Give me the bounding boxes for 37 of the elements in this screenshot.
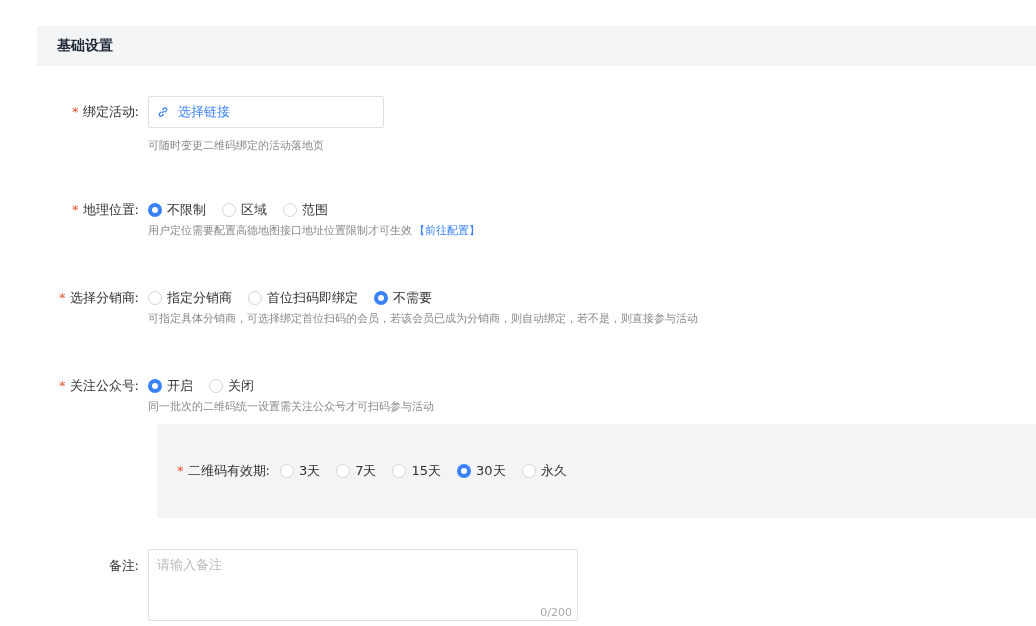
radio-option[interactable]: 30天 [457, 462, 506, 480]
radio-option[interactable]: 区域 [222, 201, 267, 219]
radio-icon[interactable] [148, 379, 162, 393]
radio-option[interactable]: 15天 [392, 462, 441, 480]
hint-text: 可指定具体分销商，可选择绑定首位扫码的会员，若该会员已成为分销商，则自动绑定，若不是，则直接参与活动 [148, 311, 699, 326]
section-title: 基础设置 [57, 37, 113, 55]
required-marker: * [177, 463, 184, 478]
required-marker: * [59, 290, 66, 305]
radio-option[interactable]: 开启 [148, 377, 193, 395]
field-label: 备注: [108, 558, 139, 573]
radio-option[interactable]: 7天 [336, 462, 377, 480]
select-link-button[interactable]: 选择链接 [148, 96, 384, 128]
radio-option[interactable]: 不需要 [374, 289, 432, 307]
hint-text: 用户定位需要配置高德地图接口地址位置限制才可生效 【前往配置】 [148, 223, 481, 238]
radio-option[interactable]: 指定分销商 [148, 289, 232, 307]
configure-link[interactable]: 【前往配置】 [414, 224, 480, 237]
char-counter: 0/200 [540, 606, 572, 619]
radio-icon[interactable] [374, 291, 388, 305]
required-marker: * [59, 378, 66, 393]
radio-icon[interactable] [457, 464, 471, 478]
field-label: 地理位置: [82, 202, 139, 217]
radio-option[interactable]: 3天 [279, 462, 321, 480]
radio-option[interactable]: 首位扫码即绑定 [248, 289, 358, 307]
hint-text: 同一批次的二维码统一设置需关注公众号才可扫码参与活动 [148, 399, 435, 414]
field-label: 关注公众号: [69, 378, 139, 393]
field-label: 绑定活动: [82, 104, 139, 119]
radio-option[interactable]: 不限制 [148, 201, 206, 219]
field-label: 二维码有效期: [187, 463, 270, 478]
radio-icon[interactable] [148, 203, 162, 217]
link-icon [157, 106, 169, 118]
required-marker: * [72, 202, 79, 217]
radio-option[interactable]: 关闭 [209, 377, 254, 395]
radio-option[interactable]: 永久 [521, 462, 567, 480]
hint-text: 可随时变更二维码绑定的活动落地页 [148, 138, 325, 153]
radio-option[interactable]: 范围 [283, 201, 328, 219]
field-label: 选择分销商: [69, 290, 139, 305]
required-marker: * [72, 104, 79, 119]
